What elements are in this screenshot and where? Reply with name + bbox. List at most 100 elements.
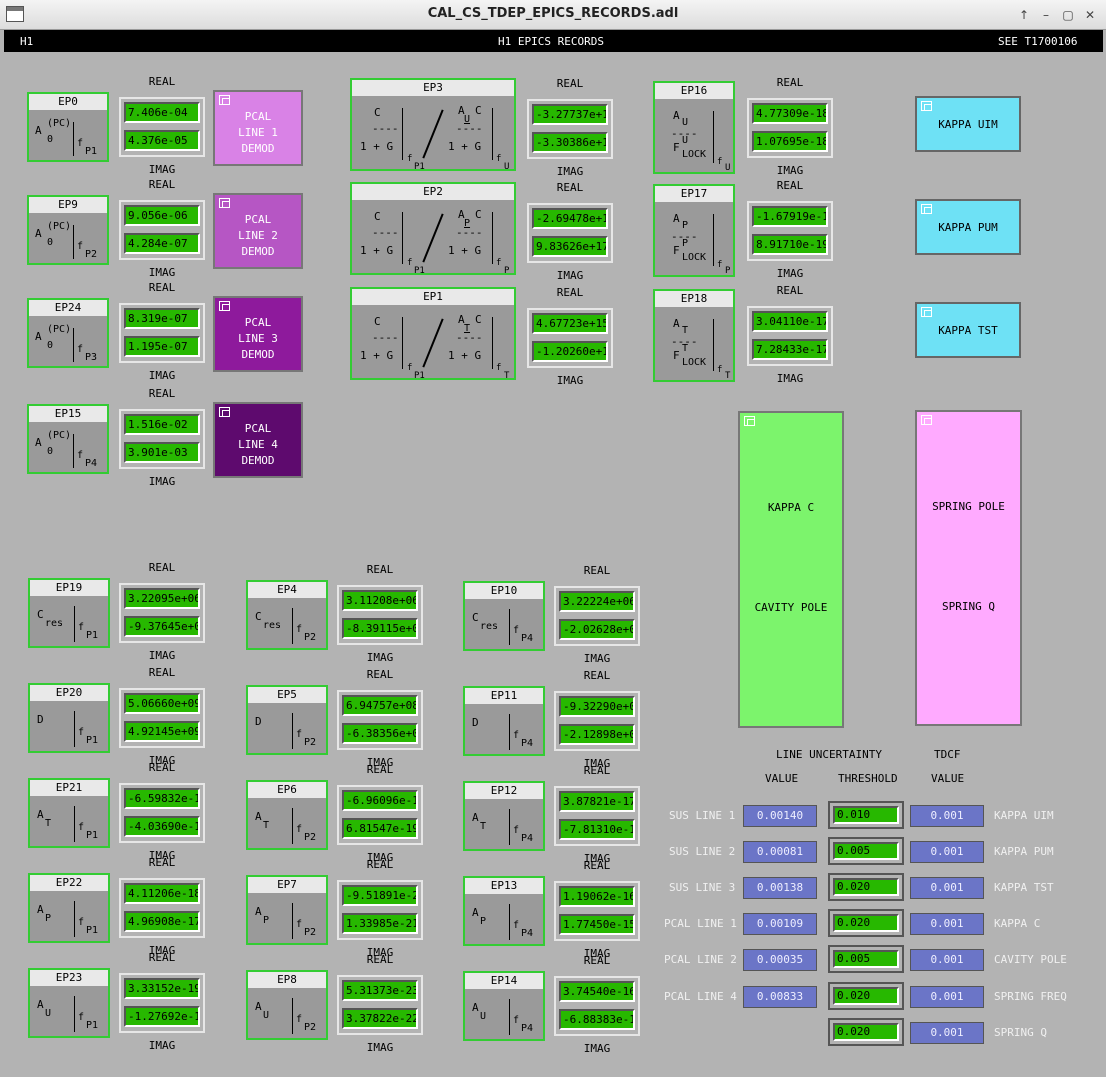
ep-block-ep18: EP18 A T ---- F T LOCK f T [653,289,735,382]
ep-block-ep2: EP2 C ---- 1 + Gf P1 A C P ---- 1 + GfP [350,182,516,276]
button-line-1: SPRING POLE [932,500,1005,513]
eval-bar [74,606,75,642]
value-pair-ep23: 3.33152e-19 -1.27692e-18 [119,973,205,1033]
symbol-sub: T [45,818,52,829]
symbol-sup: U [682,135,689,146]
symbol-sup: P [682,238,689,249]
symbol-f: f [77,450,84,461]
related-display-icon [219,198,230,208]
symbol-f: f [296,624,303,635]
tdcf-name-label: KAPPA C [994,917,1041,930]
threshold-input[interactable]: 0.005 [833,950,899,968]
real-value: 3.87821e-17 [559,791,635,812]
symbol-main: A [255,905,262,918]
minimize-window-icon[interactable]: – [1038,7,1054,23]
kappa-tst-button[interactable]: KAPPA TST [915,302,1021,358]
ep-block-ep13: EP13 A Pf P4 [463,876,545,946]
tdcf-name-label: CAVITY POLE [994,953,1067,966]
symbol-f-sub: P2 [304,632,317,643]
kappa-pum-button[interactable]: KAPPA PUM [915,199,1021,255]
eval-bar [292,713,293,749]
uncertainty-value: 0.00081 [743,841,817,863]
threshold-field[interactable]: 0.005 [828,837,904,865]
kappa-uim-button[interactable]: KAPPA UIM [915,96,1021,152]
tdcf-name-label: KAPPA PUM [994,845,1054,858]
symbol-f-sub: P2 [304,1022,317,1033]
ep-title: EP8 [248,972,326,988]
pcal-line-1-demod-button[interactable]: PCAL LINE 1 DEMOD [213,90,303,166]
pcal-line-2-demod-button[interactable]: PCAL LINE 2 DEMOD [213,193,303,269]
symbol-f: f [78,822,85,833]
threshold-field[interactable]: 0.020 [828,909,904,937]
symbol-f: f [513,1015,520,1026]
button-line: PCAL [244,110,272,123]
threshold-input[interactable]: 0.020 [833,1023,899,1041]
real-label: REAL [148,75,176,88]
threshold-input[interactable]: 0.005 [833,842,899,860]
uncertainty-value: 0.00140 [743,805,817,827]
imag-label: IMAG [148,369,176,382]
symbol-f-sub: P4 [521,1023,534,1034]
symbol-sub-0: 0 [47,237,54,248]
spring-pole-q-button[interactable]: SPRING POLE SPRING Q [915,410,1022,726]
threshold-field[interactable]: 0.010 [828,801,904,829]
threshold-input[interactable]: 0.020 [833,914,899,932]
threshold-input[interactable]: 0.020 [833,987,899,1005]
eval-bar [74,996,75,1032]
pcal-line-4-demod-button[interactable]: PCAL LINE 4 DEMOD [213,402,303,478]
shade-window-icon[interactable]: ↑ [1016,7,1032,23]
symbol-f: f [78,727,85,738]
symbol-sub-f: T [725,371,731,381]
threshold-input[interactable]: 0.010 [833,806,899,824]
tdcf-name-label: SPRING Q [994,1026,1047,1039]
real-value: 6.94757e+08 [342,695,418,716]
real-label: REAL [148,387,176,400]
symbol-f-sub: P1 [86,830,99,841]
value-pair-ep5: 6.94757e+08 -6.38356e+08 [337,690,423,750]
eval-bar [492,317,493,369]
threshold-field[interactable]: 0.005 [828,945,904,973]
symbol-sub: P [45,913,52,924]
symbol-sub: P4 [85,458,98,469]
imag-value: 4.284e-07 [124,233,200,254]
symbol-f: f [513,825,520,836]
symbol-c: C [374,315,381,328]
uncertainty-line-label: PCAL LINE 4 [664,990,737,1003]
symbol-lock: LOCK [682,357,707,368]
ep-title: EP21 [30,780,108,796]
pcal-line-3-demod-button[interactable]: PCAL LINE 3 DEMOD [213,296,303,372]
symbol-a: A [35,227,42,240]
value-pair-ep2: -2.69478e+17 9.83626e+17 [527,203,613,263]
symbol-f: f [296,1014,303,1025]
value-pair-ep12: 3.87821e-17 -7.81310e-16 [554,786,640,846]
threshold-field[interactable]: 0.020 [828,982,904,1010]
value-pair-ep7: -9.51891e-21 1.33985e-21 [337,880,423,940]
eval-bar [73,328,74,362]
maximize-window-icon[interactable]: ▢ [1060,7,1076,23]
kappa-c-cavity-pole-button[interactable]: KAPPA C CAVITY POLE [738,411,844,728]
tdcf-name-label: KAPPA UIM [994,809,1054,822]
eval-bar [713,111,714,163]
uncertainty-value: 0.00833 [743,986,817,1008]
symbol-1g: 1 + G [448,244,482,257]
ep-block-ep23: EP23 A Uf P1 [28,968,110,1038]
real-value: 3.11208e+06 [342,590,418,611]
real-value: 1.19062e-16 [559,886,635,907]
close-window-icon[interactable]: ✕ [1082,7,1098,23]
real-label: REAL [366,953,394,966]
real-value: 7.406e-04 [124,102,200,123]
uncertainty-line-label: SUS LINE 2 [669,845,736,858]
real-value: 3.22095e+06 [124,588,200,609]
threshold-input[interactable]: 0.020 [833,878,899,896]
threshold-field[interactable]: 0.020 [828,1018,904,1046]
symbol-p1: P1 [414,162,425,172]
eval-bar [713,319,714,371]
threshold-field[interactable]: 0.020 [828,873,904,901]
ep-title: EP13 [465,878,543,894]
ep-block-ep19: EP19 Cres f P1 [28,578,110,648]
header-right: SEE T1700106 [998,35,1078,48]
symbol-main: C [472,611,479,624]
imag-label: IMAG [366,1041,394,1054]
real-label: REAL [148,761,176,774]
eval-bar [73,122,74,156]
